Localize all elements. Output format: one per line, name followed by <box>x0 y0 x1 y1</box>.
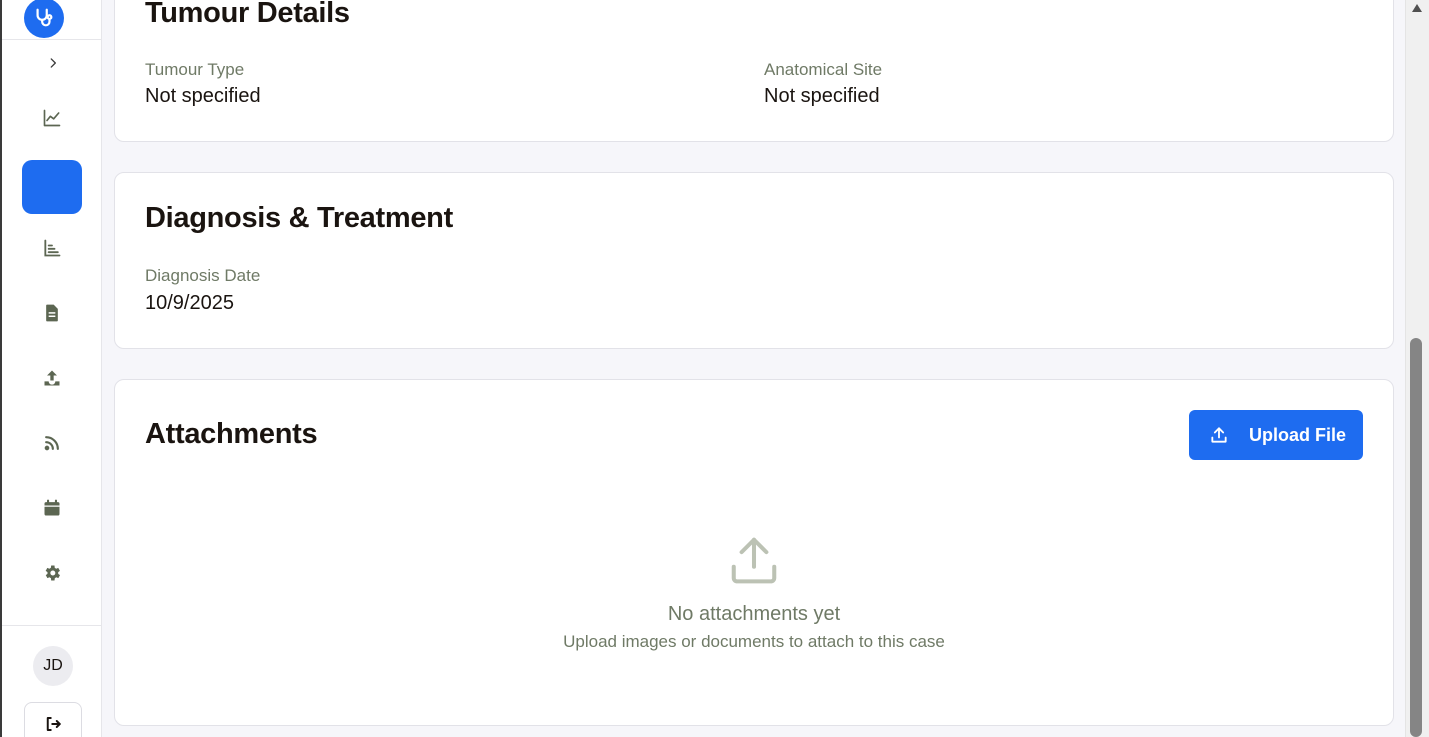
anatomical-site-value: Not specified <box>764 85 880 107</box>
nav-item-documents[interactable] <box>22 286 82 340</box>
nav-item-settings[interactable] <box>22 546 82 600</box>
calendar-icon <box>44 499 60 516</box>
logout-icon <box>46 717 61 731</box>
scrollbar-thumb[interactable] <box>1410 338 1422 737</box>
rss-feed-icon <box>44 436 59 451</box>
line-chart-icon <box>43 109 61 127</box>
vertical-scrollbar[interactable] <box>1405 0 1429 737</box>
sidebar: JD <box>0 0 102 737</box>
scroll-up-arrow-icon[interactable] <box>1412 4 1422 12</box>
upload-file-label: Upload File <box>1249 424 1347 445</box>
attachments-title: Attachments <box>145 418 318 450</box>
empty-state-title: No attachments yet <box>667 603 841 625</box>
sidebar-divider <box>2 625 102 626</box>
nav-item-calendar[interactable] <box>22 481 82 535</box>
diagnosis-date-value: 10/9/2025 <box>145 292 234 314</box>
upload-icon <box>727 533 781 587</box>
bar-chart-icon <box>44 239 61 257</box>
avatar-initials: JD <box>43 657 63 674</box>
nav-item-reports[interactable] <box>22 221 82 275</box>
upload-file-button[interactable]: Upload File <box>1189 410 1363 460</box>
diagnosis-title: Diagnosis & Treatment <box>145 202 453 234</box>
document-icon <box>46 304 58 322</box>
tumour-details-card: Tumour Details Tumour Type Not specified… <box>114 0 1394 142</box>
diagnosis-treatment-card: Diagnosis & Treatment Diagnosis Date 10/… <box>114 172 1394 349</box>
attachments-card: Attachments Upload File No attachments y… <box>114 379 1394 726</box>
nav-item-upload[interactable] <box>22 351 82 405</box>
gear-icon <box>45 565 60 581</box>
nav-item-cases-active[interactable] <box>22 160 82 214</box>
tumour-type-label: Tumour Type <box>145 60 245 79</box>
tumour-details-title: Tumour Details <box>145 0 350 29</box>
logout-button[interactable] <box>24 702 82 737</box>
nav-item-feed[interactable] <box>22 416 82 470</box>
nav-item-analytics[interactable] <box>22 91 82 145</box>
chevron-right-icon[interactable] <box>40 50 66 76</box>
avatar[interactable]: JD <box>33 646 73 686</box>
empty-state-subtitle: Upload images or documents to attach to … <box>563 632 945 651</box>
upload-icon <box>1209 425 1229 445</box>
upload-icon <box>44 370 60 386</box>
sidebar-divider <box>2 39 102 40</box>
tumour-type-value: Not specified <box>145 85 261 107</box>
stethoscope-icon[interactable] <box>24 0 64 38</box>
anatomical-site-label: Anatomical Site <box>764 60 883 79</box>
diagnosis-date-label: Diagnosis Date <box>145 266 261 285</box>
